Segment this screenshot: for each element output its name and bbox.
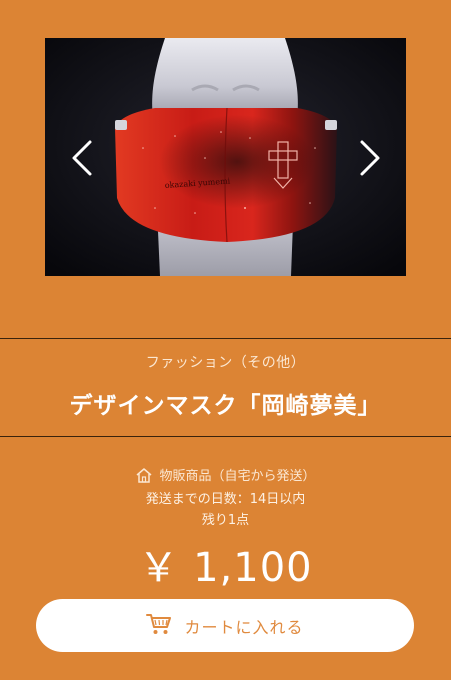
shipping-type-label: 物販商品（自宅から発送）: [159, 469, 316, 484]
prev-image-button[interactable]: [68, 138, 96, 178]
stock-remaining: 残り1点: [201, 513, 250, 528]
shipping-days: 発送までの日数：14日以内: [145, 492, 306, 507]
cart-icon: [146, 612, 172, 640]
divider-top: [0, 338, 451, 339]
product-image[interactable]: okazaki yumemi: [45, 38, 406, 276]
product-title: デザインマスク「岡崎夢美」: [69, 393, 382, 419]
product-price: ￥ 1,100: [138, 545, 313, 591]
chevron-right-icon: [360, 140, 380, 176]
product-category: ファッション（その他）: [145, 355, 306, 371]
shipping-type: 物販商品（自宅から発送）: [0, 465, 451, 487]
next-image-button[interactable]: [356, 138, 384, 178]
home-icon: [135, 467, 153, 487]
add-to-cart-button[interactable]: カートに入れる: [36, 599, 414, 652]
divider-bottom: [0, 436, 451, 437]
add-to-cart-label: カートに入れる: [184, 617, 304, 637]
chevron-left-icon: [72, 140, 92, 176]
